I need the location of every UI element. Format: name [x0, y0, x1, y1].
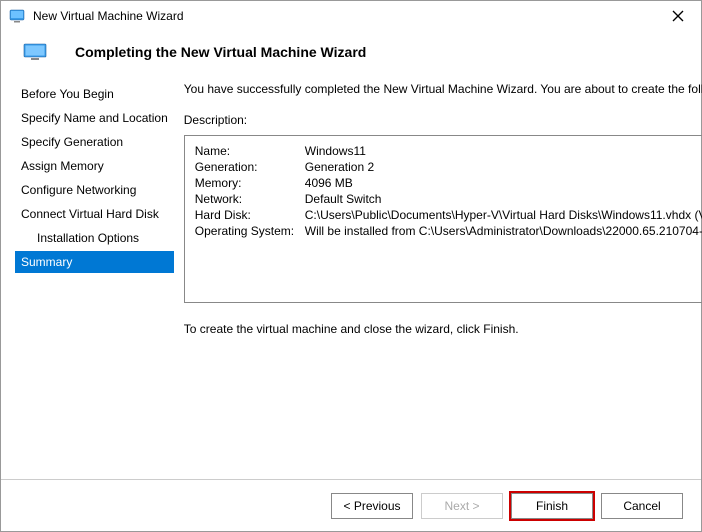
summary-key: Hard Disk:	[195, 208, 305, 222]
summary-row-generation: Generation: Generation 2	[195, 160, 702, 174]
summary-row-harddisk: Hard Disk: C:\Users\Public\Documents\Hyp…	[195, 208, 702, 222]
description-label: Description:	[184, 112, 702, 129]
finish-hint: To create the virtual machine and close …	[184, 321, 702, 338]
summary-key: Memory:	[195, 176, 305, 190]
summary-key: Name:	[195, 144, 305, 158]
next-button: Next >	[421, 493, 503, 519]
wizard-footer: < Previous Next > Finish Cancel	[1, 479, 701, 531]
summary-row-memory: Memory: 4096 MB	[195, 176, 702, 190]
wizard-header: Completing the New Virtual Machine Wizar…	[1, 31, 701, 79]
step-connect-disk[interactable]: Connect Virtual Hard Disk	[15, 203, 174, 225]
step-specify-name[interactable]: Specify Name and Location	[15, 107, 174, 129]
summary-key: Network:	[195, 192, 305, 206]
content-panel: You have successfully completed the New …	[174, 79, 702, 441]
summary-value: Default Switch	[305, 192, 382, 206]
summary-value: Windows11	[305, 144, 366, 158]
previous-button[interactable]: < Previous	[331, 493, 413, 519]
cancel-button[interactable]: Cancel	[601, 493, 683, 519]
step-installation-options[interactable]: Installation Options	[15, 227, 174, 249]
wizard-body: Before You Begin Specify Name and Locati…	[1, 79, 701, 441]
close-button[interactable]	[663, 1, 693, 31]
summary-box[interactable]: Name: Windows11 Generation: Generation 2…	[184, 135, 702, 303]
summary-value: Generation 2	[305, 160, 374, 174]
step-before-you-begin[interactable]: Before You Begin	[15, 83, 174, 105]
summary-value: 4096 MB	[305, 176, 353, 190]
summary-row-name: Name: Windows11	[195, 144, 702, 158]
window-title: New Virtual Machine Wizard	[33, 9, 663, 23]
step-summary[interactable]: Summary	[15, 251, 174, 273]
summary-key: Operating System:	[195, 224, 305, 238]
summary-row-network: Network: Default Switch	[195, 192, 702, 206]
summary-row-os: Operating System: Will be installed from…	[195, 224, 702, 238]
titlebar: New Virtual Machine Wizard	[1, 1, 701, 31]
finish-button[interactable]: Finish	[511, 493, 593, 519]
step-configure-networking[interactable]: Configure Networking	[15, 179, 174, 201]
summary-key: Generation:	[195, 160, 305, 174]
page-heading: Completing the New Virtual Machine Wizar…	[75, 44, 366, 60]
step-assign-memory[interactable]: Assign Memory	[15, 155, 174, 177]
intro-text: You have successfully completed the New …	[184, 81, 702, 98]
hyperv-icon	[9, 8, 25, 24]
monitor-icon	[23, 43, 47, 61]
summary-value: Will be installed from C:\Users\Administ…	[305, 224, 702, 238]
step-specify-generation[interactable]: Specify Generation	[15, 131, 174, 153]
steps-sidebar: Before You Begin Specify Name and Locati…	[1, 79, 174, 441]
summary-value: C:\Users\Public\Documents\Hyper-V\Virtua…	[305, 208, 702, 222]
